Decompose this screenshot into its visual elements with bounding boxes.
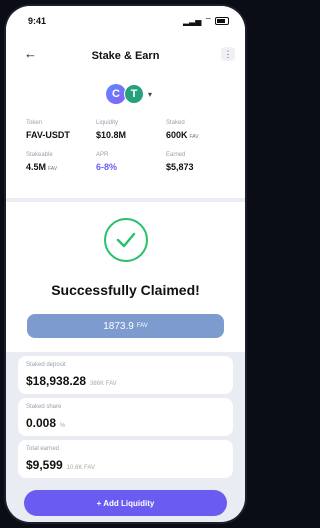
info-grid: Token FAV-USDT Liquidity $10.8M Staked 6…: [26, 120, 231, 184]
claimed-amount: 1873.9: [103, 320, 134, 332]
fav-token-logo: C: [106, 84, 126, 104]
checkmark-icon: [104, 218, 148, 262]
stakeable-cell: Stakeable 4.5M FAV: [26, 152, 91, 172]
usdt-token-logo: T: [124, 84, 144, 104]
stat-label: Total earned: [26, 446, 60, 452]
battery-icon: [215, 17, 229, 25]
stat-value: 0.008%: [26, 416, 66, 430]
status-icons: ▂▃▅ ⌔: [183, 16, 229, 26]
stakeable-value: 4.5M FAV: [26, 162, 58, 172]
stat-value: $9,599 10.6K FAV: [26, 458, 95, 472]
phone-frame: 9:41 ▂▃▅ ⌔ ← Stake & Earn ⋮ C T ▾ Token …: [6, 6, 245, 522]
token-cell: Token FAV-USDT: [26, 120, 91, 140]
token-value: FAV-USDT: [26, 130, 70, 140]
earned-value: $5,873: [166, 162, 194, 172]
pool-info-card: C T ▾ Token FAV-USDT Liquidity $10.8M St…: [6, 78, 245, 198]
liquidity-cell: Liquidity $10.8M: [96, 120, 161, 140]
stat-value: $18,938.28 386K FAV: [26, 374, 117, 388]
earned-cell: Earned $5,873: [166, 152, 231, 172]
token-label: Token: [26, 120, 43, 126]
earned-label: Earned: [166, 152, 186, 158]
page-title: Stake & Earn: [91, 50, 160, 62]
claim-title: Successfully Claimed!: [51, 282, 200, 298]
stat-card-earned: Total earned $9,599 10.6K FAV: [18, 440, 233, 478]
staked-value: 600K FAV: [166, 130, 199, 140]
stat-card-share: Staked share 0.008%: [18, 398, 233, 436]
claim-success-card: Successfully Claimed! 1873.9 FAV: [6, 202, 245, 352]
staked-cell: Staked 600K FAV: [166, 120, 231, 140]
status-time: 9:41: [28, 16, 47, 26]
stakeable-label: Stakeable: [26, 152, 53, 158]
stat-label: Staked share: [26, 404, 62, 410]
apr-label: APR: [96, 152, 109, 158]
claimed-amount-pill: 1873.9 FAV: [27, 314, 224, 338]
liquidity-label: Liquidity: [96, 120, 119, 126]
stat-card-deposit: Staked deposit $18,938.28 386K FAV: [18, 356, 233, 394]
stat-label: Staked deposit: [26, 362, 66, 368]
apr-cell: APR 6-8%: [96, 152, 161, 172]
kebab-icon[interactable]: ⋮: [221, 47, 235, 61]
header: ← Stake & Earn ⋮: [6, 34, 245, 78]
liquidity-value: $10.8M: [96, 130, 127, 140]
chevron-down-icon: ▾: [148, 89, 153, 99]
staked-label: Staked: [166, 120, 185, 126]
pair-selector[interactable]: C T ▾: [106, 84, 152, 104]
status-bar: 9:41 ▂▃▅ ⌔: [6, 6, 245, 34]
signal-icon: ▂▃▅: [183, 16, 202, 26]
add-liquidity-button[interactable]: + Add Liquidity: [24, 490, 227, 516]
wifi-icon: ⌔: [204, 16, 212, 25]
claimed-unit: FAV: [136, 323, 148, 329]
apr-value: 6-8%: [96, 162, 118, 172]
